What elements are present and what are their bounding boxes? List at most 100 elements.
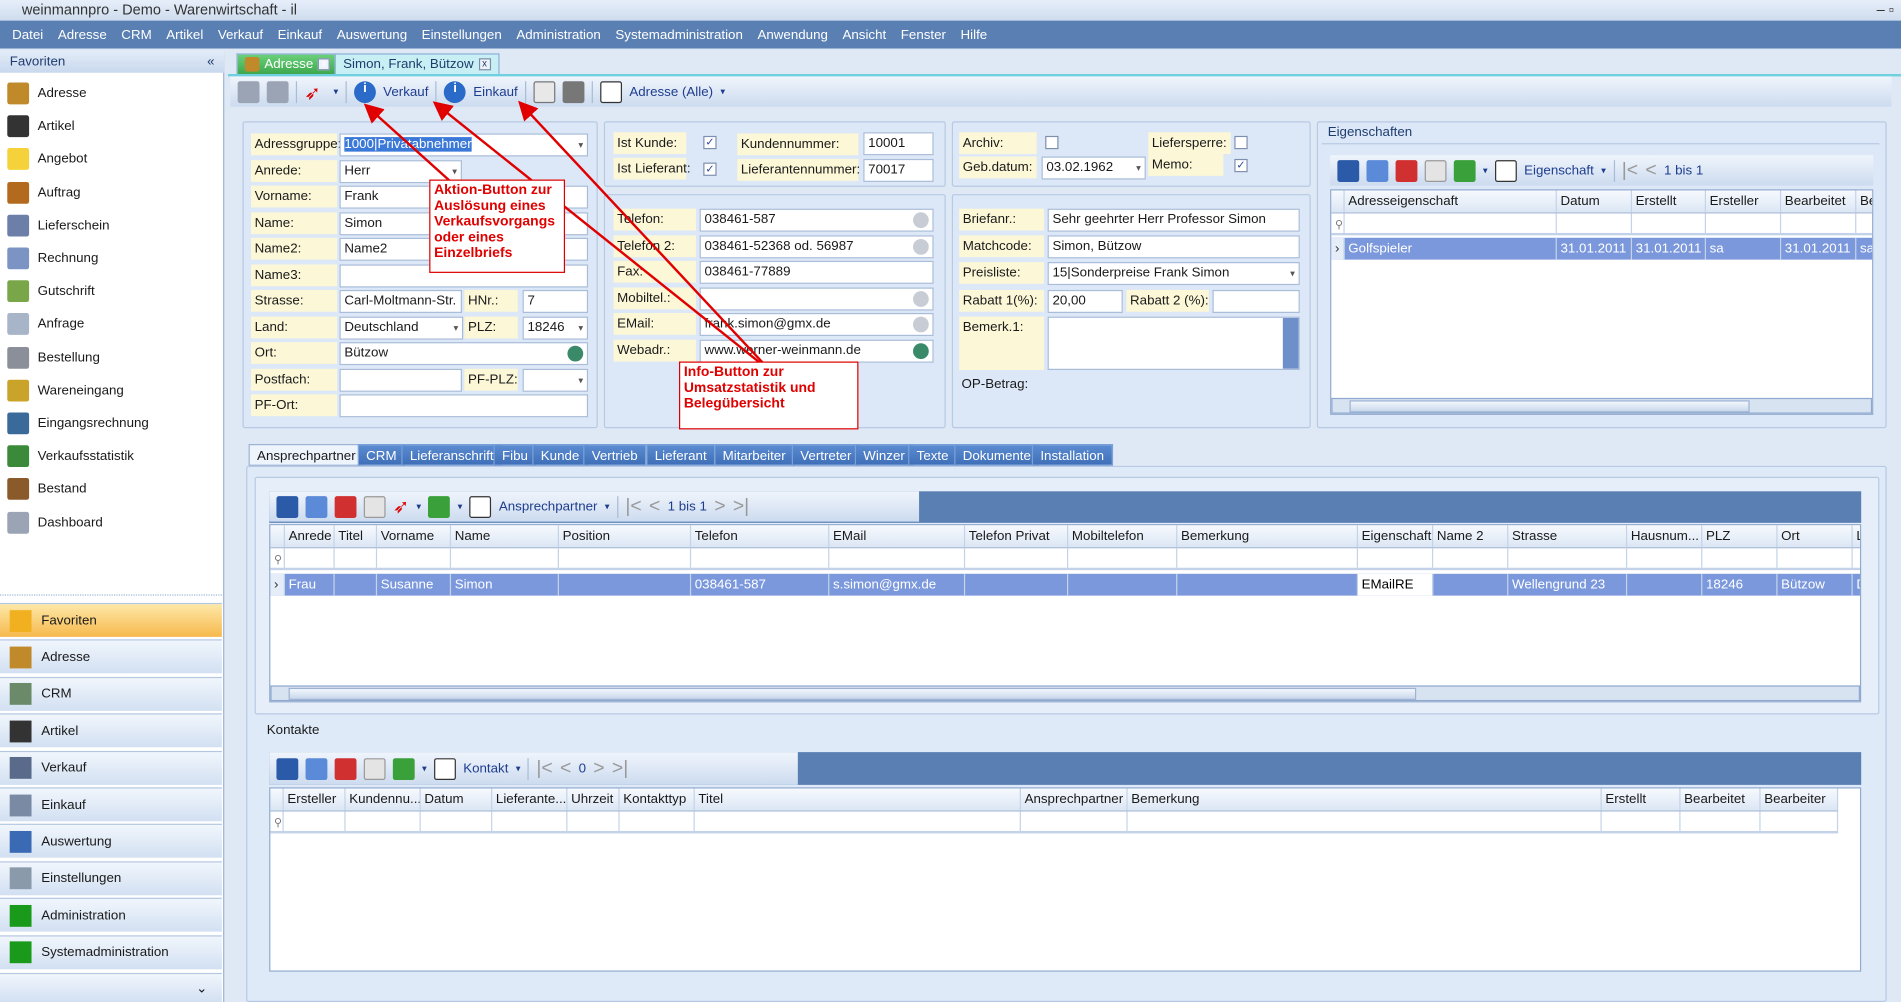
ansprechpartner-view-selector[interactable]: Ansprechpartner [499, 499, 598, 514]
column-header[interactable]: Titel [335, 525, 378, 548]
menu-verkauf[interactable]: Verkauf [218, 27, 263, 42]
sidebar-item-adresse[interactable]: Adresse [7, 80, 219, 107]
column-header[interactable]: Bearbeiter [1761, 788, 1839, 811]
filter-cell[interactable] [285, 548, 335, 568]
tab-adresse[interactable]: Adresse x [236, 53, 339, 74]
eigenschaften-horizontal-scrollbar[interactable] [1331, 397, 1873, 414]
subtab-installation[interactable]: Installation [1031, 443, 1113, 466]
filter-cell[interactable] [1702, 548, 1778, 568]
sidebar-item-gutschrift[interactable]: Gutschrift [7, 278, 219, 305]
close-icon[interactable]: x [478, 58, 491, 71]
globe-icon[interactable] [913, 343, 929, 360]
rabatt2-field[interactable] [1212, 289, 1300, 313]
sidebar-item-eingangsrechnung[interactable]: Eingangsrechnung [7, 410, 219, 437]
column-header[interactable]: Vorname [377, 525, 452, 548]
table-cell[interactable]: sa [1856, 238, 1872, 260]
column-header[interactable]: Erstellt [1632, 190, 1706, 213]
new-icon[interactable] [276, 757, 299, 780]
column-header[interactable]: Telefon Privat [965, 525, 1069, 548]
column-header[interactable]: Ansprechpartner [1021, 788, 1128, 811]
table-cell[interactable] [1177, 573, 1358, 596]
table-cell[interactable]: sa [1706, 237, 1782, 260]
filter-cell[interactable] [1557, 213, 1633, 233]
filter-cell[interactable] [965, 548, 1069, 568]
archiv-checkbox[interactable] [1045, 135, 1059, 150]
filter-cell[interactable] [284, 811, 346, 831]
last-page-icon[interactable]: >| [612, 758, 628, 780]
table-cell[interactable] [559, 573, 692, 596]
filter-cell[interactable] [559, 548, 692, 568]
column-header[interactable]: Erstellt [1602, 788, 1681, 811]
scrollbar-thumb[interactable] [1349, 400, 1750, 413]
kontakt-view-selector[interactable]: Kontakt [463, 761, 508, 776]
menu-adresse[interactable]: Adresse [58, 27, 107, 42]
briefanr-field[interactable]: Sehr geehrter Herr Professor Simon [1047, 208, 1300, 232]
filter-cell[interactable] [620, 811, 695, 831]
sidebar-item-auftrag[interactable]: Auftrag [7, 179, 219, 206]
table-cell[interactable]: Simon [451, 573, 559, 596]
view-selector[interactable]: Adresse (Alle) [629, 84, 713, 99]
collapse-sidebar-button[interactable]: « [207, 51, 214, 73]
gebdatum-field[interactable]: 03.02.1962 [1041, 156, 1146, 180]
ansprechpartner-horizontal-scrollbar[interactable] [270, 685, 1860, 702]
filter-cell[interactable] [346, 811, 421, 831]
filter-cell[interactable] [1602, 811, 1681, 831]
table-cell[interactable]: 31.01.2011 [1781, 237, 1857, 260]
webadr-field[interactable]: www.werner-weinmann.de [699, 339, 934, 363]
subtab-kunde[interactable]: Kunde [532, 443, 588, 466]
delete-icon[interactable] [1395, 159, 1418, 182]
column-header[interactable]: Ort [1778, 525, 1853, 548]
nav-group-administration[interactable]: Administration [0, 897, 222, 932]
nav-group-einkauf[interactable]: Einkauf [0, 787, 222, 822]
filter-cell[interactable] [1021, 811, 1128, 831]
pfort-field[interactable] [339, 394, 589, 418]
rabatt1-field[interactable]: 20,00 [1047, 289, 1123, 313]
table-cell[interactable]: Wellengrund 23 [1508, 573, 1628, 596]
table-cell[interactable]: Susanne [377, 573, 452, 596]
subtab-mitarbeiter[interactable]: Mitarbeiter [714, 443, 795, 466]
kontakte-filter-row[interactable]: ⚲ [270, 811, 1839, 834]
column-header[interactable]: Mobiltelefon [1068, 525, 1178, 548]
table-row[interactable]: › Golfspieler 31.01.2011 31.01.2011 sa 31.01.… [1331, 237, 1873, 260]
table-cell[interactable] [1433, 573, 1509, 596]
filter-cell[interactable] [695, 811, 1021, 831]
eigenschaften-filter-row[interactable]: ⚲ [1331, 213, 1873, 236]
menu-crm[interactable]: CRM [121, 27, 151, 42]
menu-auswertung[interactable]: Auswertung [337, 27, 407, 42]
last-page-icon[interactable]: >| [733, 496, 749, 518]
sidebar-item-artikel[interactable]: Artikel [7, 113, 219, 140]
sidebar-item-rechnung[interactable]: Rechnung [7, 245, 219, 272]
column-header[interactable]: Bemerkung [1177, 525, 1358, 548]
table-cell[interactable]: D [1853, 574, 1860, 596]
column-header[interactable]: Lieferante... [492, 788, 568, 811]
nav-group-auswertung[interactable]: Auswertung [0, 824, 222, 859]
sidebar-item-bestellung[interactable]: Bestellung [7, 344, 219, 371]
table-cell[interactable]: 18246 [1702, 573, 1778, 596]
filter-cell[interactable] [451, 548, 559, 568]
export-icon[interactable] [392, 757, 415, 780]
table-cell[interactable] [335, 573, 378, 596]
filter-cell[interactable] [1761, 811, 1839, 831]
subtab-vertrieb[interactable]: Vertrieb [583, 443, 647, 466]
next-page-icon[interactable]: > [714, 496, 725, 518]
globe-icon[interactable] [567, 345, 584, 362]
lieferantennummer-field[interactable]: 70017 [863, 158, 934, 182]
email-field[interactable]: frank.simon@gmx.de [699, 312, 934, 337]
filter-cell[interactable] [1778, 548, 1853, 568]
copy-icon[interactable] [1424, 159, 1447, 182]
table-cell[interactable]: 31.01.2011 [1557, 237, 1633, 260]
menu-einstellungen[interactable]: Einstellungen [422, 27, 502, 42]
nav-group-crm[interactable]: CRM [0, 676, 222, 711]
column-header[interactable]: Titel [695, 788, 1021, 811]
column-header[interactable]: Ersteller [284, 788, 346, 811]
table-cell[interactable]: 038461-587 [691, 573, 830, 596]
menu-fenster[interactable]: Fenster [901, 27, 946, 42]
mobiltel-field[interactable] [699, 287, 934, 311]
previous-page-icon[interactable]: < [560, 758, 571, 780]
filter-cell[interactable] [1856, 214, 1872, 233]
filter-cell[interactable] [335, 548, 378, 568]
copy-icon[interactable] [363, 495, 386, 518]
sidebar-splitter[interactable] [0, 594, 225, 599]
sidebar-item-verkaufsstatistik[interactable]: Verkaufsstatistik [7, 443, 219, 470]
table-cell[interactable]: Golfspieler [1345, 237, 1557, 260]
